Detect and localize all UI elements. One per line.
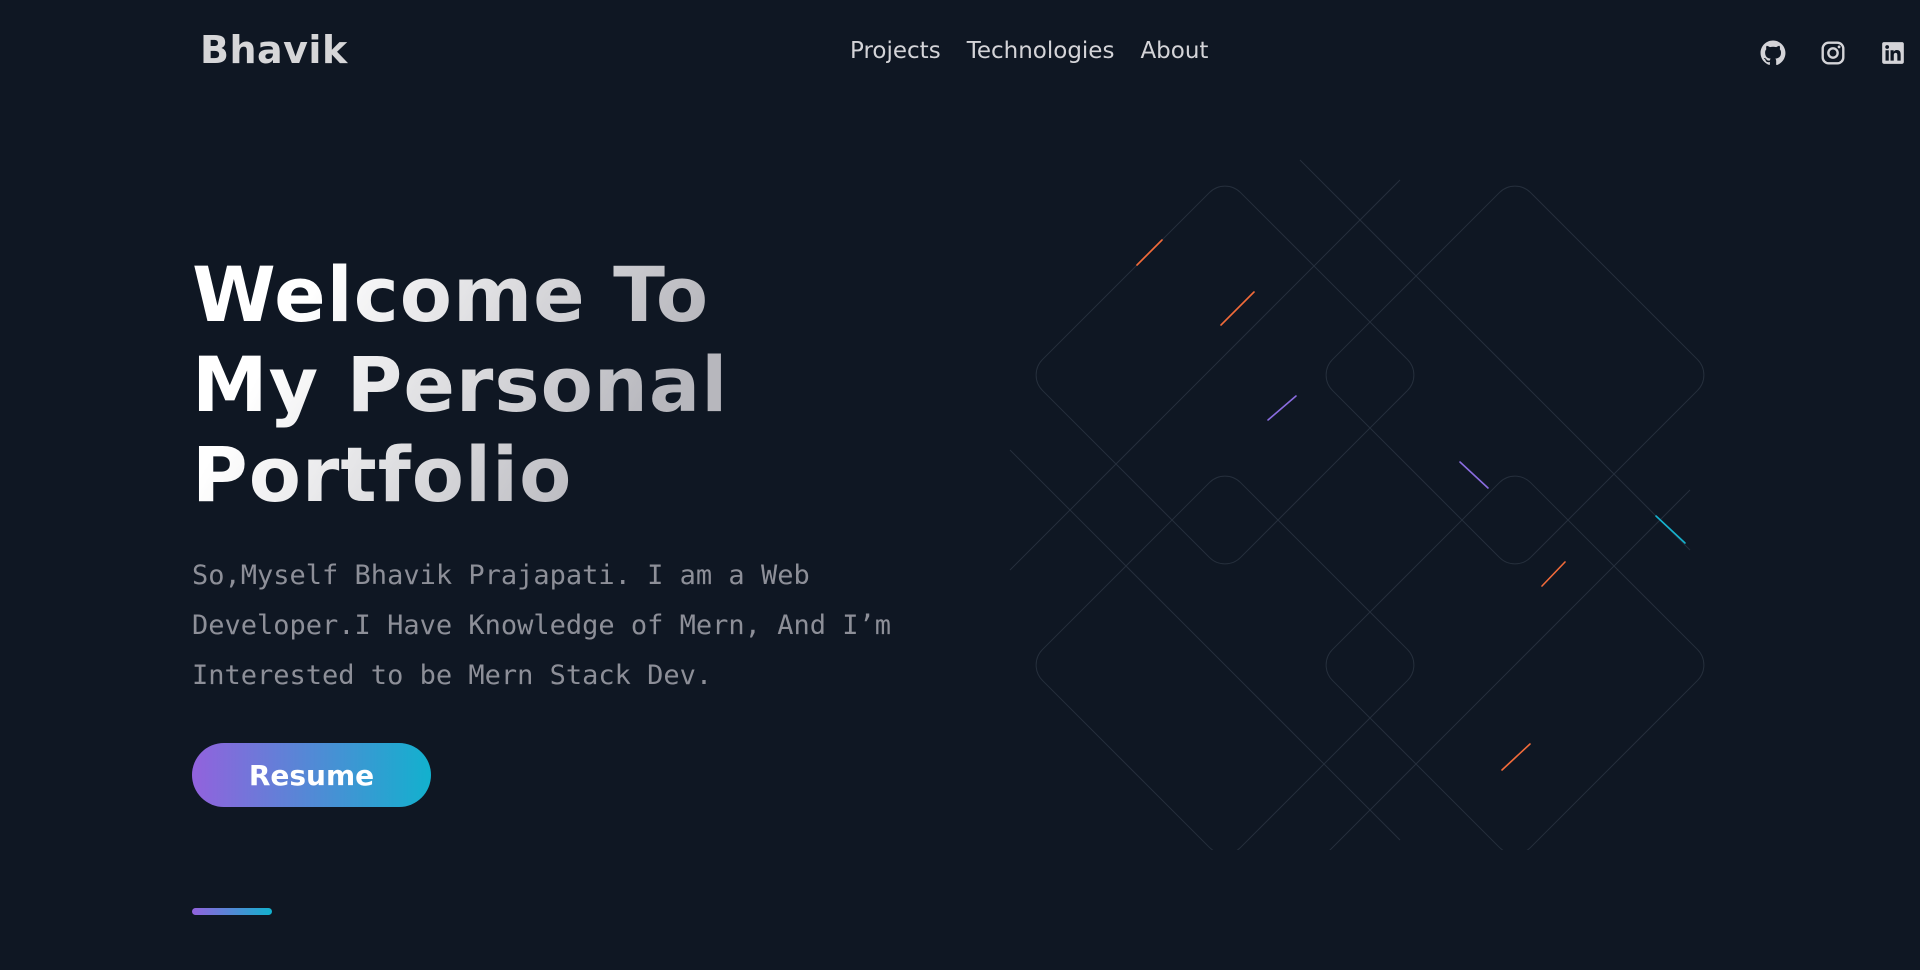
page: Bhavik Projects Technologies About Welco… — [0, 0, 1920, 970]
hero-title-line-1: Welcome To — [192, 250, 710, 339]
hero-title-line-3: Portfolio — [192, 430, 573, 519]
logo[interactable]: Bhavik — [200, 28, 348, 72]
github-icon — [1760, 40, 1786, 66]
github-link[interactable] — [1760, 40, 1786, 66]
nav-link-projects[interactable]: Projects — [850, 38, 941, 64]
nav-link-technologies[interactable]: Technologies — [967, 38, 1115, 64]
social-links — [1760, 40, 1906, 66]
hero-title: Welcome To My Personal Portfolio — [192, 250, 728, 520]
gradient-divider — [192, 908, 272, 915]
hero-title-line-2: My Personal — [192, 340, 729, 429]
linkedin-icon — [1882, 42, 1904, 64]
main-nav: Projects Technologies About — [850, 38, 1208, 64]
background-grid-art — [1009, 159, 1705, 850]
instagram-icon — [1821, 41, 1845, 65]
instagram-link[interactable] — [1820, 40, 1846, 66]
nav-link-about[interactable]: About — [1140, 38, 1208, 64]
resume-button[interactable]: Resume — [192, 743, 431, 807]
hero-description: So,Myself Bhavik Prajapati. I am a Web D… — [192, 560, 891, 691]
linkedin-link[interactable] — [1880, 40, 1906, 66]
